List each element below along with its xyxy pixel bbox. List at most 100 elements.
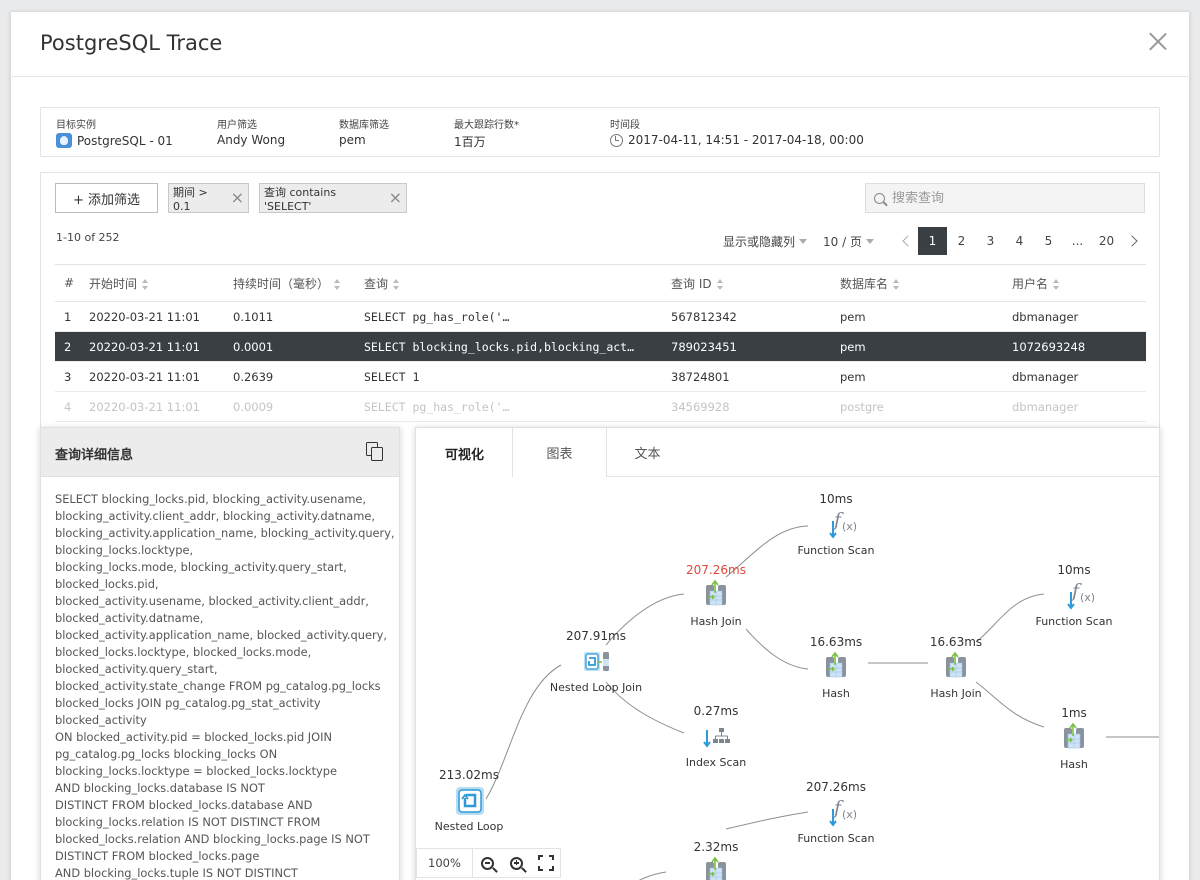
max-rows-label: 最大跟踪行数* [454,120,519,131]
sort-icon[interactable] [334,278,341,290]
sort-icon[interactable] [393,278,400,290]
sort-icon[interactable] [1053,278,1060,290]
prev-page-button[interactable] [894,227,918,255]
node-time: 207.91ms [566,629,626,643]
node-label: Nested Loop [435,820,504,833]
page-button[interactable]: 4 [1005,227,1034,255]
viz-tabs: 可视化 图表 文本 [416,428,1159,478]
cell-query: SELECT 1 [364,361,671,392]
sort-icon[interactable] [716,278,724,290]
plan-node-index-scan[interactable]: 0.27ms Index Scan [686,704,747,769]
plan-node-function-scan-1[interactable]: 10ms Function Scan [797,492,874,557]
node-time: 2.32ms [694,840,739,854]
col-header-start-time[interactable]: 开始时间 [89,264,233,302]
modal-header: PostgreSQL Trace [11,12,1189,77]
col-header-label: 持续时间（毫秒） [233,276,330,291]
db-filter-label: 数据库筛选 [339,120,389,131]
sql-line: pg_catalog.pg_locks blocking_locks ON [55,747,278,761]
node-time: 207.26ms [806,780,866,794]
zoom-out-button[interactable] [473,849,502,877]
plan-node-function-scan-2[interactable]: 10ms Function Scan [1035,563,1112,628]
zoom-in-button[interactable] [502,849,531,877]
col-header-label: 用户名 [1012,276,1049,291]
sort-icon[interactable] [893,278,900,290]
filter-chip-label: 查询 contains 'SELECT' [264,185,337,213]
tab-visualize[interactable]: 可视化 [416,428,513,478]
plan-node-bottom-node[interactable]: 2.32ms [694,840,739,880]
sql-line: blocking_activity.client_addr, blocking_… [55,509,375,523]
col-header-duration[interactable]: 持续时间（毫秒） [233,264,364,302]
pagination: 1 2 3 4 5 ... 20 [894,227,1145,255]
sql-line: SELECT blocking_locks.pid, blocking_acti… [55,492,367,506]
sql-line: DISTINCT FROM blocked_locks.database AND [55,798,313,812]
next-page-button[interactable] [1121,227,1145,255]
detail-header: 查询详细信息 [41,428,399,477]
node-label: Function Scan [1035,615,1112,628]
page-size-dropdown[interactable]: 10 / 页 [823,233,874,250]
plan-node-nested-loop[interactable]: 213.02ms Nested Loop [435,768,504,833]
cell-db-name: postgre [840,391,1012,422]
table-row[interactable]: 4 20220-03-21 11:01 0.0009 SELECT pg_has… [55,391,1146,422]
node-label: Hash [1060,758,1088,771]
copy-icon[interactable] [366,442,384,462]
col-header-user[interactable]: 用户名 [1012,264,1146,302]
filter-chip-query[interactable]: 查询 contains 'SELECT' × [259,183,407,213]
page-button[interactable]: 3 [976,227,1005,255]
database-instance-icon [56,133,72,148]
plan-node-hash-1[interactable]: 16.63ms Hash [810,635,862,700]
search-icon [874,192,885,204]
hash-join-icon [705,580,727,606]
plan-node-nested-loop-join[interactable]: 207.91ms Nested Loop Join [550,629,642,694]
sql-line: blocked_activity.usename, blocked_activi… [55,594,369,608]
cell-duration: 0.0009 [233,391,364,422]
function-icon [829,796,859,826]
fullscreen-button[interactable] [531,849,560,877]
node-label: Hash Join [690,615,741,628]
sql-text: SELECT blocking_locks.pid, blocking_acti… [41,477,399,880]
page-button[interactable]: 2 [947,227,976,255]
table-row[interactable]: 3 20220-03-21 11:01 0.2639 SELECT 1 3872… [55,361,1146,392]
col-header-db-name[interactable]: 数据库名 [840,264,1012,302]
node-time: 213.02ms [439,768,499,782]
column-toggle-dropdown[interactable]: 显示或隐藏列 [723,233,808,250]
column-toggle-label: 显示或隐藏列 [723,234,796,249]
node-label: Hash [822,687,850,700]
remove-filter-icon[interactable]: × [231,190,244,206]
query-table: # 开始时间 持续时间（毫秒） 查询 查询 ID 数据库名 用户名 1 2022… [55,264,1146,422]
hash-join-icon [705,857,727,880]
cell-query-id: 567812342 [671,301,840,332]
cell-db-name: pem [840,361,1012,392]
cell-start-time: 20220-03-21 11:01 [89,301,233,332]
col-header-query-id[interactable]: 查询 ID [671,264,840,302]
zoom-out-icon [481,856,494,870]
sort-icon[interactable] [142,278,149,290]
page-button[interactable]: 5 [1034,227,1063,255]
plan-node-hash-2[interactable]: 1ms Hash [1060,706,1088,771]
sql-line: blocked_locks.locktype, blocked_locks.mo… [55,645,312,659]
filter-chip-label: 期间 > 0.1 [173,185,208,213]
tab-chart[interactable]: 图表 [512,428,607,477]
table-row[interactable]: 1 20220-03-21 11:01 0.1011 SELECT pg_has… [55,301,1146,332]
col-header-label: 数据库名 [840,276,889,291]
node-time: 207.26ms [686,563,746,577]
sql-line: AND blocking_locks.tuple IS NOT DISTINCT [55,866,298,880]
col-header-query[interactable]: 查询 [364,264,671,302]
add-filter-button[interactable]: + 添加筛选 [55,183,158,213]
sql-line: blocked_locks.pid, [55,577,159,591]
close-icon[interactable] [1149,32,1167,50]
hash-join-icon [945,652,967,678]
sql-line: blocking_locks.relation IS NOT DISTINCT … [55,815,321,829]
sql-line: ON blocked_activity.pid = blocked_locks.… [55,730,332,744]
search-input[interactable] [892,190,1132,206]
table-row-selected[interactable]: 2 20220-03-21 11:01 0.0001 SELECT blocki… [55,331,1146,362]
plan-node-hash-join-2[interactable]: 16.63ms Hash Join [930,635,982,700]
col-header-label: 查询 ID [671,276,712,291]
page-button[interactable]: 1 [918,227,947,255]
tab-text[interactable]: 文本 [606,428,689,477]
page-button[interactable]: 20 [1092,227,1121,255]
remove-filter-icon[interactable]: × [389,190,402,206]
filter-chip-duration[interactable]: 期间 > 0.1 × [168,183,249,213]
plan-node-hash-join-1[interactable]: 207.26ms Hash Join [686,563,746,628]
plan-node-function-scan-3[interactable]: 207.26ms Function Scan [797,780,874,845]
search-box[interactable] [865,183,1145,213]
